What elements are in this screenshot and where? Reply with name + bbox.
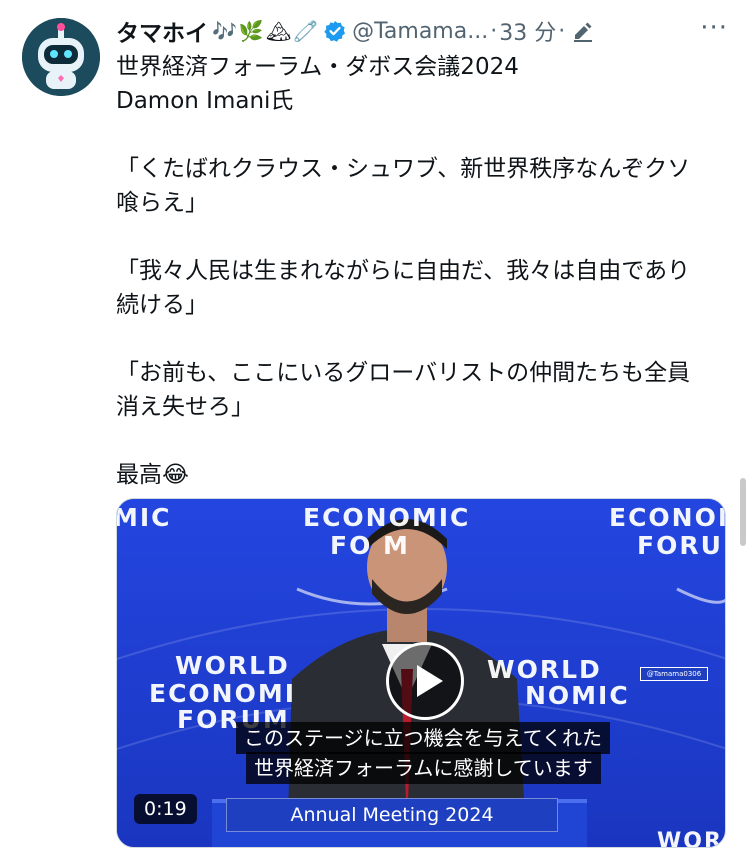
post-header: タマホイ 🎶 🌿 🏔 🧷 @Tamama... · 33 分 · [116,14,740,48]
text-line: 続ける」 [116,292,208,318]
wef-backdrop-text: ECONOMIC [303,503,471,532]
wef-backdrop-text: WORLD [487,655,602,684]
wef-backdrop-text: ECONOMI [149,679,297,708]
avatar[interactable] [22,18,100,96]
scrollbar[interactable] [740,478,746,546]
name-emojis: 🎶 🌿 🏔 🧷 [212,19,318,43]
text-line [116,220,728,254]
edit-pencil-icon [571,19,595,43]
post-time[interactable]: 33 分 [499,15,556,47]
video-duration: 0:19 [134,794,197,824]
text-line: 「我々人民は生まれながらに自由だ、我々は自由であり [116,258,691,284]
text-line: Damon Imani氏 [116,88,294,114]
wef-backdrop-text: FORU [637,531,723,560]
verified-badge-icon [324,20,346,42]
mountain-icon: 🏔 [265,19,292,43]
music-notes-icon: 🎶 [212,19,237,43]
wef-backdrop-text: WORL [657,829,725,848]
separator-dot: · [490,18,498,44]
text-line: 最高😂 [116,462,189,488]
play-icon [417,665,443,697]
video-credit-watermark: @Tamama0306 [640,667,708,681]
wef-backdrop-text: WORLD [175,651,290,680]
text-line: 「くたばれクラウス・シュワブ、新世界秩序なんぞクソ [116,156,691,182]
text-line [116,322,728,356]
separator-dot: · [558,18,566,44]
text-line: 世界経済フォーラム・ダボス会議2024 [116,54,519,80]
text-line [116,118,728,152]
more-options-button[interactable]: ··· [700,15,728,41]
wef-backdrop-text: NOMIC [525,681,630,710]
wef-backdrop-text: MIC [116,503,172,532]
text-line: 「お前も、ここにいるグローバリストの仲間たちも全員 [116,360,691,386]
safety-pin-icon: 🧷 [293,19,319,43]
annual-meeting-banner: Annual Meeting 2024 [226,798,558,832]
leaf-icon: 🌿 [238,19,264,43]
post-text: 世界経済フォーラム・ダボス会議2024 Damon Imani氏 「くたばれクラ… [116,50,728,492]
play-button[interactable] [386,642,464,720]
wef-backdrop-text: ECONOM [609,503,725,532]
video-subtitle-line1: このステージに立つ機会を与えてくれた [236,722,610,754]
display-name[interactable]: タマホイ [116,14,208,48]
text-line: 喰らえ」 [116,190,208,216]
wef-backdrop-text: FO M [330,531,410,560]
user-handle[interactable]: @Tamama... [352,19,488,44]
video-subtitle-line2: 世界経済フォーラムに感謝しています [246,752,601,784]
text-line: 消え失せろ」 [116,394,254,420]
text-line [116,424,728,458]
